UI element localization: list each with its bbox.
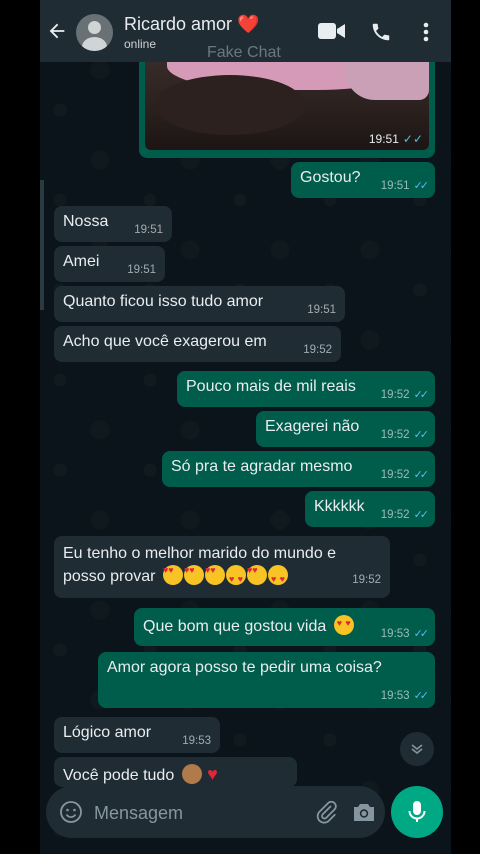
message-time: 19:51 xyxy=(127,264,156,276)
read-ticks-icon: ✓✓ xyxy=(402,132,423,146)
message-out[interactable]: Exagerei não 19:52 ✓✓ xyxy=(256,411,435,447)
message-text: Acho que você exagerou em xyxy=(63,333,267,350)
message-time: 19:52 ✓✓ xyxy=(380,429,430,441)
message-text: Kkkkkk xyxy=(314,498,365,515)
watermark: Fake Chat xyxy=(207,44,281,61)
emoji-icon[interactable] xyxy=(59,800,83,824)
video-call-icon[interactable] xyxy=(318,22,346,40)
heart-eyes-icon xyxy=(333,615,354,635)
read-ticks-icon: ✓✓ xyxy=(413,469,430,481)
more-vert-icon[interactable] xyxy=(418,20,434,44)
avatar[interactable] xyxy=(76,14,113,51)
smiling-face-with-hearts-icon xyxy=(204,559,225,585)
message-time: 19:52 ✓✓ xyxy=(380,469,430,481)
image-message[interactable]: 19:51 ✓✓ xyxy=(139,50,435,158)
message-out[interactable]: Amor agora posso te pedir uma coisa? 19:… xyxy=(98,652,435,708)
message-text: Lógico amor xyxy=(63,724,152,741)
scrollbar[interactable] xyxy=(40,180,44,310)
message-out[interactable]: Que bom que gostou vida 19:53✓✓ xyxy=(134,608,435,646)
red-heart-icon: ♥ xyxy=(207,764,218,784)
smiling-face-with-hearts-icon xyxy=(183,559,204,585)
message-time: 19:51 xyxy=(134,224,163,236)
message-time: 19:53 ✓✓ xyxy=(380,628,430,640)
message-in[interactable]: Você pode tudo ♥ xyxy=(54,757,297,787)
back-arrow-icon[interactable] xyxy=(46,20,70,44)
message-text: Nossa xyxy=(63,213,109,230)
read-ticks-icon: ✓✓ xyxy=(413,690,430,702)
message-time: 19:51 xyxy=(307,304,336,316)
read-ticks-icon: ✓✓ xyxy=(413,429,430,441)
smiling-face-with-hearts-icon xyxy=(246,559,267,585)
message-text: Exagerei não xyxy=(265,418,360,435)
message-text: Só pra te agradar mesmo xyxy=(171,458,353,475)
read-ticks-icon: ✓✓ xyxy=(413,180,430,192)
read-ticks-icon: ✓✓ xyxy=(413,389,430,401)
message-text: Quanto ficou isso tudo amor xyxy=(63,293,264,310)
message-time: 19:51 ✓✓ xyxy=(380,180,430,192)
message-text: Gostou? xyxy=(300,169,361,186)
message-input[interactable] xyxy=(92,798,276,828)
phone-icon[interactable] xyxy=(370,21,392,43)
message-time: 19:52 ✓✓ xyxy=(380,509,430,521)
heart-eyes-icon xyxy=(225,565,246,591)
message-in[interactable]: Eu tenho o melhor marido do mundo e poss… xyxy=(54,536,390,598)
chat-screen: Ricardo amor ❤️ online Fake Chat 19:51 ✓✓… xyxy=(40,0,451,854)
message-time: 19:52 xyxy=(303,344,332,356)
scroll-down-button[interactable] xyxy=(400,732,434,766)
message-out[interactable]: Kkkkkk 19:52 ✓✓ xyxy=(305,491,435,527)
message-time: 19:52 xyxy=(352,574,381,586)
mic-icon xyxy=(408,801,426,822)
message-text: Que bom que gostou vida xyxy=(143,618,327,635)
message-composer xyxy=(46,786,385,838)
message-time: 19:51 ✓✓ xyxy=(368,132,423,146)
contact-name[interactable]: Ricardo amor ❤️ xyxy=(124,14,259,35)
message-text: Você pode tudo xyxy=(63,767,175,784)
chevron-down-icon xyxy=(411,744,423,755)
message-text: Amor agora posso te pedir uma coisa? xyxy=(107,659,382,676)
message-time: 19:53 ✓✓ xyxy=(380,690,430,702)
message-in[interactable]: Acho que você exagerou em 19:52 xyxy=(54,326,341,362)
message-text: Eu tenho o melhor marido do mundo e xyxy=(63,545,337,562)
smiling-face-with-hearts-icon xyxy=(162,559,183,585)
contact-status: online xyxy=(124,37,157,51)
message-time: 19:53 xyxy=(182,735,211,747)
message-in[interactable]: Amei 19:51 xyxy=(54,246,165,282)
message-text: Amei xyxy=(63,253,100,270)
message-in[interactable]: Nossa 19:51 xyxy=(54,206,172,242)
message-time: 19:52 ✓✓ xyxy=(380,389,430,401)
mic-button[interactable] xyxy=(391,786,443,838)
read-ticks-icon: ✓✓ xyxy=(413,628,430,640)
message-out[interactable]: Gostou? 19:51 ✓✓ xyxy=(291,162,435,198)
message-text: Pouco mais de mil reais xyxy=(186,378,356,395)
message-in[interactable]: Lógico amor 19:53 xyxy=(54,717,220,753)
message-out[interactable]: Só pra te agradar mesmo 19:52 ✓✓ xyxy=(162,451,435,487)
camera-icon[interactable] xyxy=(352,801,376,823)
message-out[interactable]: Pouco mais de mil reais 19:52 ✓✓ xyxy=(177,371,435,407)
read-ticks-icon: ✓✓ xyxy=(413,509,430,521)
message-text-line2: posso provar xyxy=(63,559,381,591)
heart-eyes-icon xyxy=(267,565,288,591)
attach-icon[interactable] xyxy=(314,800,338,824)
message-in[interactable]: Quanto ficou isso tudo amor 19:51 xyxy=(54,286,345,322)
see-no-evil-monkey-icon xyxy=(181,764,202,784)
